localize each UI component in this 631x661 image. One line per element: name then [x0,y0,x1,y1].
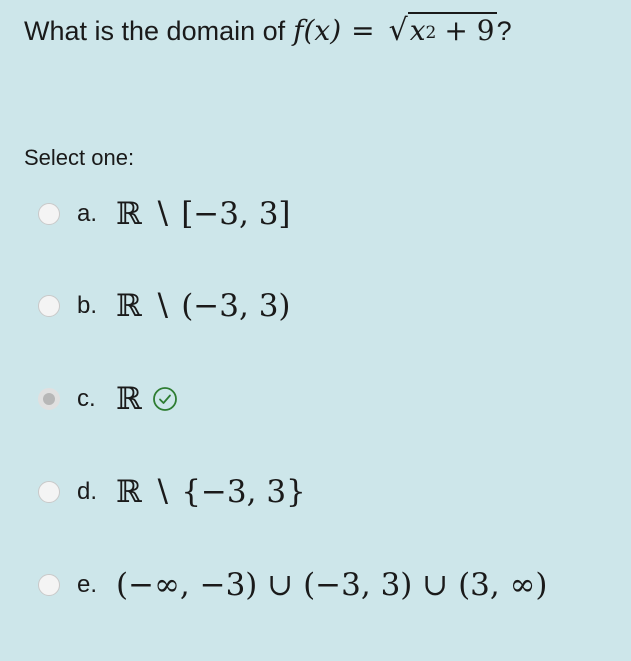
radio-button[interactable] [38,574,60,596]
radicand-base: x [409,14,426,47]
radio-button[interactable] [38,203,60,225]
option-answer: ℝ ∖ (−3, 3) [116,288,291,324]
radio-button[interactable] [38,481,60,503]
option-letter: d. [77,478,98,505]
question-text: What is the domain of f(x) = √ x2 + 9 ? [24,12,512,48]
option-letter: e. [77,571,98,598]
formula-equals: = [351,14,375,47]
radical-sign: √ [388,13,408,48]
check-circle-icon [152,387,177,411]
option-answer: ℝ [116,381,142,417]
formula-fx: f(x) [293,14,342,47]
option-e[interactable]: e. (−∞, −3) ∪ (−3, 3) ∪ (3, ∞) [38,567,548,603]
radicand-exponent: 2 [425,23,437,43]
option-b[interactable]: b. ℝ ∖ (−3, 3) [38,288,291,324]
option-answer: ℝ ∖ {−3, 3} [116,474,306,510]
question-mark: ? [496,16,512,46]
option-answer: ℝ ∖ [−3, 3] [116,196,291,232]
option-d[interactable]: d. ℝ ∖ {−3, 3} [38,474,306,510]
radicand-rest: + 9 [444,14,495,47]
option-answer: (−∞, −3) ∪ (−3, 3) ∪ (3, ∞) [116,567,548,603]
option-a[interactable]: a. ℝ ∖ [−3, 3] [38,196,291,232]
radio-button-selected[interactable] [38,388,60,410]
option-c[interactable]: c. ℝ [38,381,178,417]
radio-button[interactable] [38,295,60,317]
option-letter: b. [77,292,98,319]
question-formula: f(x) = √ x2 + 9 [293,12,497,48]
option-letter: a. [77,200,98,227]
radicand: x2 + 9 [407,12,497,47]
select-one-prompt: Select one: [24,145,135,170]
question-label: What is the domain of [24,16,286,46]
formula-sqrt: √ x2 + 9 [389,12,497,48]
option-letter: c. [77,385,96,412]
